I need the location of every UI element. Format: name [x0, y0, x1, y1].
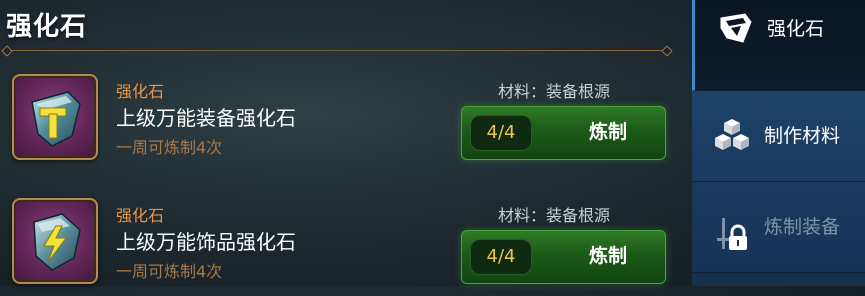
tab-label: 强化石	[767, 18, 825, 40]
count-badge: 4/4	[470, 239, 532, 275]
craft-button-label: 炼制	[588, 245, 627, 267]
item-limit: 一周可炼制4次	[116, 262, 223, 281]
craft-button-label: 炼制	[588, 121, 627, 143]
tab-label: 制作材料	[764, 125, 841, 147]
list-item: 强化石 上级万能饰品强化石 一周可炼制4次 材料：装备根源 4/4 炼制	[0, 186, 692, 296]
tab-crafting-materials[interactable]: 制作材料	[692, 91, 865, 182]
list-item: 强化石 上级万能装备强化石 一周可炼制4次 材料：装备根源 4/4 炼制	[0, 62, 692, 172]
hammer-stone-icon	[31, 91, 81, 147]
header-divider	[6, 50, 668, 51]
category-sidebar: 强化石 制作材料 炼制装备	[692, 0, 865, 286]
count-badge: 4/4	[470, 115, 532, 151]
tab-strengthening-stone[interactable]: 强化石	[692, 0, 865, 91]
page-title: 强化石	[6, 12, 88, 42]
item-type: 强化石	[116, 206, 165, 225]
item-icon-frame	[12, 74, 98, 160]
material-label: 材料：装备根源	[498, 82, 611, 101]
item-name: 上级万能装备强化石	[116, 106, 296, 130]
gem-icon	[720, 13, 752, 43]
cubes-icon	[715, 119, 749, 150]
item-name: 上级万能饰品强化石	[116, 230, 296, 254]
locked-sword-icon	[717, 218, 747, 250]
craft-button[interactable]: 4/4 炼制	[461, 230, 666, 284]
main-panel: 强化石 强化石 上级万能装备强化石 一周可炼制4次 材料：装备根源 4/4 炼制…	[0, 0, 692, 286]
item-icon-frame	[12, 198, 98, 284]
tab-craft-equipment[interactable]: 炼制装备	[692, 182, 865, 273]
tab-label: 炼制装备	[764, 216, 841, 238]
material-label: 材料：装备根源	[498, 206, 611, 225]
lightning-stone-icon	[33, 213, 81, 271]
craft-button[interactable]: 4/4 炼制	[461, 106, 666, 160]
item-type: 强化石	[116, 82, 165, 101]
item-limit: 一周可炼制4次	[116, 138, 223, 157]
